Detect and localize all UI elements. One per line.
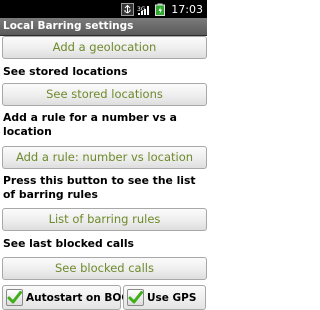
- checkmark-icon: [7, 291, 22, 304]
- use-gps-checkbox[interactable]: [127, 289, 144, 306]
- autostart-checkbox[interactable]: [6, 289, 23, 306]
- autostart-checkbox-row[interactable]: Autostart on BOOT: [2, 285, 137, 310]
- window-title: Local Barring settings: [0, 18, 207, 36]
- add-rule-description: Add a rule for a number vs a location: [3, 111, 177, 138]
- signal-icon: 3G: [137, 3, 151, 16]
- see-blocked-calls-button[interactable]: See blocked calls: [2, 257, 207, 280]
- status-bar: 3G 17:03: [0, 0, 207, 18]
- add-geolocation-button[interactable]: Add a geolocation: [2, 36, 207, 59]
- barring-rules-description: Press this button to see the list of bar…: [3, 174, 196, 201]
- use-gps-checkbox-row[interactable]: Use GPS: [123, 285, 206, 310]
- checkmark-icon: [128, 291, 143, 304]
- add-rule-button[interactable]: Add a rule: number vs location: [2, 146, 207, 169]
- use-gps-label: Use GPS: [147, 291, 197, 304]
- autostart-label: Autostart on BOOT: [26, 291, 138, 304]
- list-barring-rules-button[interactable]: List of barring rules: [2, 208, 207, 231]
- clock-time: 17:03: [171, 2, 203, 16]
- stored-locations-description: See stored locations: [3, 65, 128, 78]
- blocked-calls-description: See last blocked calls: [3, 237, 134, 250]
- usb-icon: [121, 2, 135, 16]
- see-stored-locations-button[interactable]: See stored locations: [2, 83, 207, 106]
- battery-icon: [154, 3, 166, 16]
